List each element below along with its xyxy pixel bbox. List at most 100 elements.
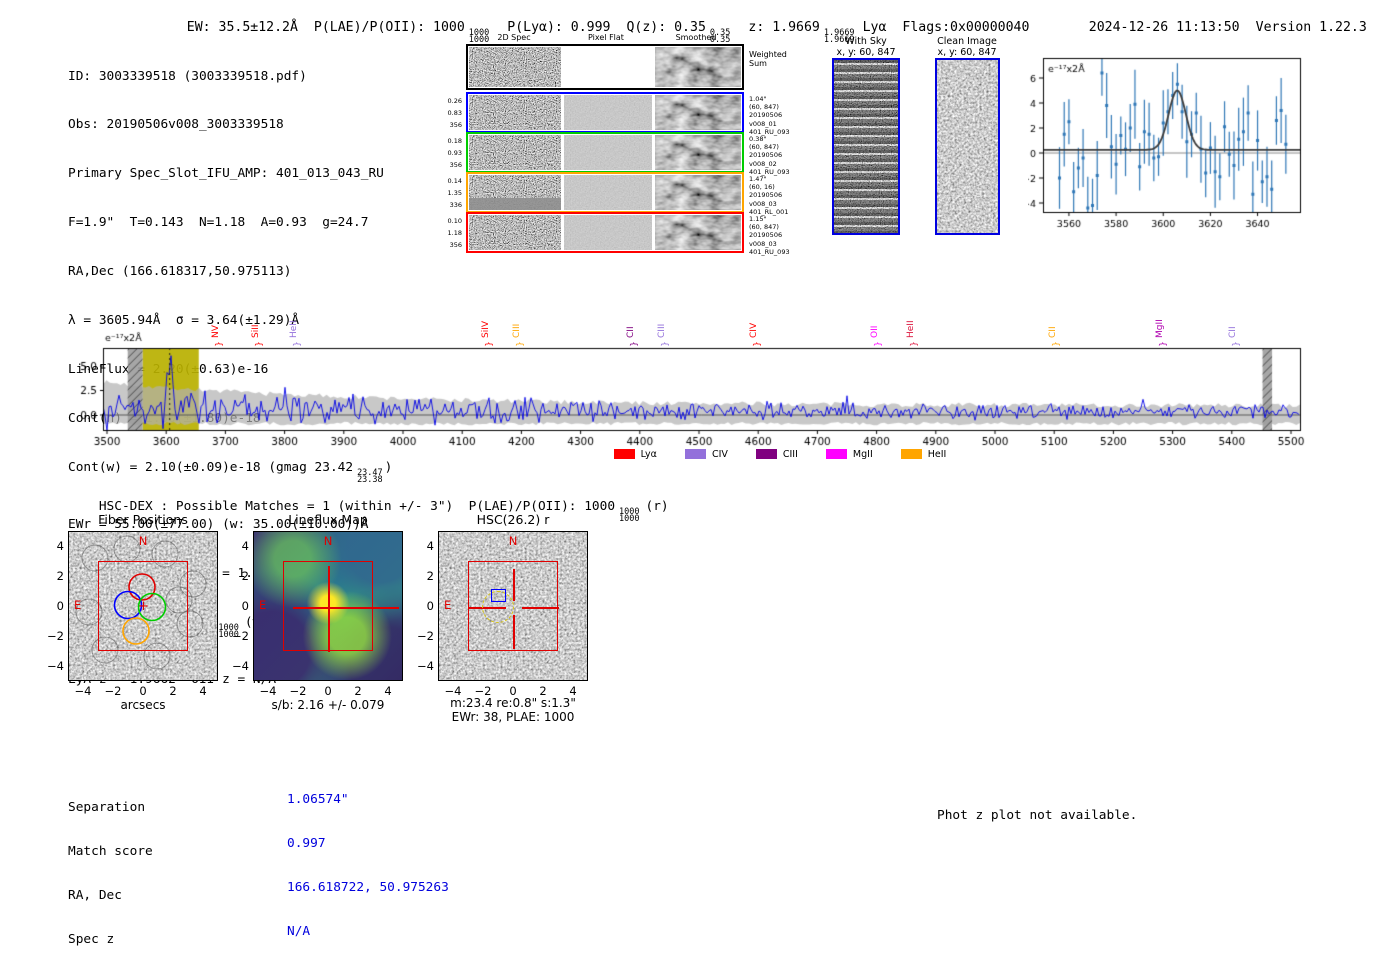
lineflux-xlabel: s/b: 2.16 +/- 0.079 [271,698,385,712]
line-marker-label: CIV [748,322,759,338]
hsc-cutout-title: HSC(26.2) r [476,512,550,527]
spec2d-row3-right-labels: 1.47" (60, 16) 20190506 v008_03 401_RL_001 [749,175,789,216]
legend-label: Lyα [640,448,657,460]
legend-swatch [684,449,706,459]
legend-label: HeII [927,448,947,460]
x-tick-label: −2 [289,684,307,698]
line-marker-bracket: { [659,341,670,347]
fiber-positions-cutout: N E + [68,531,218,681]
spec2d-image [469,215,561,250]
match-value: 166.618722, 50.975263 [287,880,449,896]
line-marker-bracket: { [212,341,223,347]
north-label: N [138,534,148,548]
spec2d-row2-right-labels: 0.38" (60, 847) 20190506 v008_02 401_RU_093 [749,135,790,176]
match-value: N/A [287,924,311,940]
spec2d-row4-right-labels: 1.15" (60, 847) 20190506 v008_03 401_RU_093 [749,215,790,256]
center-cross-marker: + [138,599,149,614]
line-marker-bracket: { [1229,341,1240,347]
crosshair-horizontal-right [522,607,559,609]
pixel-flat-image [564,95,652,130]
line-marker-bracket: { [872,341,883,347]
x-tick-label: 4 [384,684,392,698]
spec2d-row2-left-labels: 0.18 0.93 356 [447,137,462,169]
y-tick-label: −4 [232,659,249,673]
line-marker-bracket: { [252,341,263,347]
x-tick-label: 0 [139,684,147,698]
legend-label: CIV [711,448,728,460]
report-version: Version 1.22.3 [1255,20,1367,35]
y-tick-label: 2 [241,569,249,583]
match-value: 0.997 [287,836,326,852]
line-marker-bracket: { [750,341,761,347]
line-marker-bracket: { [291,341,302,347]
match-label: RA, Dec [68,888,122,904]
col-header-2dspec: 2D Spec [497,33,531,42]
y-tick-label: −2 [47,629,64,643]
x-tick-label: −4 [259,684,277,698]
elixer-report-page: EW: 35.5±12.2Å P(LAE)/P(OII): 1000 1000 100… [0,0,1400,953]
y-tick-label: 4 [241,539,249,553]
gmag-fraction: 23.47 23.38 [357,467,383,486]
smoothed-image [655,95,741,130]
y-tick-label: 0 [426,599,434,613]
line-marker-label: CIII [657,323,668,338]
x-tick-label: 2 [354,684,362,698]
east-label: E [259,598,267,612]
line-marker-label: OII [870,325,881,338]
spec2d-row4-left-labels: 0.10 1.18 356 [447,217,462,249]
clean-image [935,58,1000,235]
info-id: ID: 3003339518 (3003339518.pdf) [68,68,307,84]
line-marker-label: HeII [289,320,300,338]
catalog-match-square [491,589,506,602]
col-header-pixelflat: Pixel Flat [588,33,624,42]
x-tick-label: 0 [509,684,517,698]
smoothed-image [655,135,741,170]
north-label: N [323,534,333,548]
y-tick-label: 4 [56,539,64,553]
spectrum-legend: Lyα CIV CIII MgII HeII [160,446,1400,464]
hsc-xlabel-2: EWr: 38, PLAE: 1000 [451,710,575,724]
info-obs: Obs: 20190506v008_3003339518 [68,117,284,133]
fiber-xlabel: arcsecs [120,698,166,712]
info-radec: RA,Dec (166.618317,50.975113) [68,264,292,280]
north-label: N [508,534,518,548]
y-tick-label: 4 [426,539,434,553]
match-table-values: 1.06574" 0.997 166.618722, 50.975263 N/A… [287,764,449,953]
line-marker-label: SiIV [481,320,492,338]
line-marker-bracket: { [514,341,525,347]
match-table-labels: Separation Match score RA, Dec Spec z Ph… [68,772,184,953]
line-marker-label: CII [1047,326,1058,338]
legend-entry: HeII [900,448,947,460]
lineflux-map-title: Lineflux Map [288,512,368,527]
y-tick-label: −2 [232,629,249,643]
pixel-flat-image [564,175,652,210]
x-tick-label: 2 [539,684,547,698]
info-seeing: F=1.9" T=0.143 N=1.18 A=0.93 g=24.7 [68,215,369,231]
line-marker-bracket: { [483,341,494,347]
line-marker-label: CII [1227,326,1238,338]
spec2d-row1-right-labels: 1.04" (60, 847) 20190506 v008_01 401_RU_093 [749,95,790,136]
legend-entry: MgII [825,448,873,460]
legend-label: MgII [852,448,873,460]
lineflux-map-cutout: N E [253,531,403,681]
hsc-cutout: N E [438,531,588,681]
legend-label: CIII [782,448,798,460]
match-label: Separation [68,800,146,816]
x-tick-label: −2 [474,684,492,698]
match-value: 1.06574" [287,792,349,808]
weighted-sum-label: Weighted Sum [749,50,787,68]
spec2d-image [469,95,561,130]
y-tick-label: 2 [56,569,64,583]
y-tick-label: −4 [417,659,434,673]
spec2d-row1-left-labels: 0.26 0.83 356 [447,97,462,129]
x-tick-label: 4 [569,684,577,698]
line-marker-label: CII [626,326,637,338]
east-label: E [74,598,82,612]
y-tick-label: 2 [426,569,434,583]
hsc-xlabel-1: m:23.4 re:0.8" s:1.3" [450,696,576,710]
legend-swatch [900,449,922,459]
x-tick-label: −2 [104,684,122,698]
x-tick-label: 4 [199,684,207,698]
crosshair-vertical [328,566,330,652]
spec2d-weighted-image [469,47,561,87]
